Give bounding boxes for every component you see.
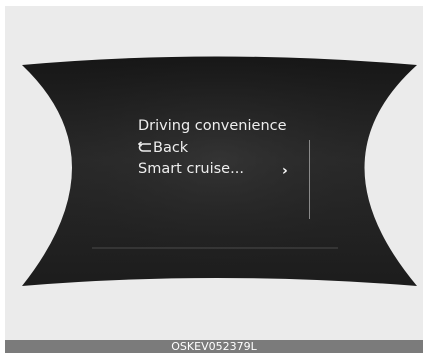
menu-title: Driving convenience — [138, 118, 287, 134]
menu-item-smart-cruise[interactable]: Smart cruise... — [138, 159, 287, 181]
back-label: Back — [153, 139, 189, 156]
menu-panel: Driving convenience Back Smart cruise... — [138, 116, 287, 181]
scrollbar[interactable] — [309, 140, 310, 219]
back-arrow-icon — [138, 140, 151, 152]
chevron-right-icon: › — [282, 163, 288, 179]
figure-caption: OSKEV052379L — [5, 340, 423, 353]
back-item[interactable]: Back — [138, 138, 287, 160]
